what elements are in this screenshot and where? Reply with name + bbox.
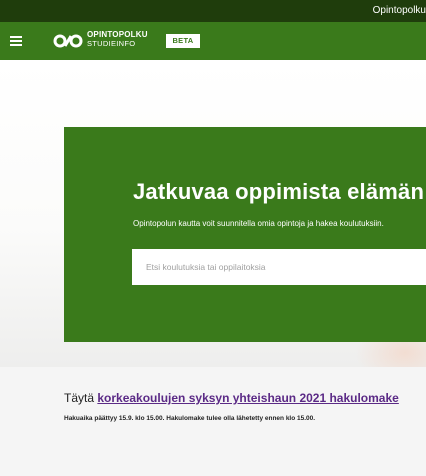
search-input[interactable]: [132, 249, 426, 285]
notice-title: Täytä korkeakoulujen syksyn yhteishaun 2…: [64, 391, 399, 405]
hero-card: Jatkuvaa oppimista elämän Opintopolun ka…: [64, 127, 426, 342]
notice-title-prefix: Täytä: [64, 391, 98, 405]
application-notice: Täytä korkeakoulujen syksyn yhteishaun 2…: [0, 367, 426, 476]
logo-line-1: OPINTOPOLKU: [87, 30, 148, 39]
site-header: OPINTOPOLKU STUDIEINFO BETA: [0, 22, 426, 60]
application-form-link[interactable]: korkeakoulujen syksyn yhteishaun 2021 ha…: [97, 391, 398, 405]
top-strip: Opintopolku: [0, 0, 426, 22]
hamburger-menu-icon[interactable]: [10, 36, 22, 46]
site-logo-text[interactable]: OPINTOPOLKU STUDIEINFO: [87, 30, 148, 48]
opintopolku-top-link[interactable]: Opintopolku: [373, 5, 426, 16]
hero-title: Jatkuvaa oppimista elämän: [133, 179, 425, 204]
notice-description: Hakuaika päättyy 15.9. klo 15.00. Hakulo…: [64, 415, 316, 422]
beta-badge: BETA: [166, 34, 200, 48]
logo-line-2: STUDIEINFO: [87, 39, 136, 48]
hero-subtitle: Opintopolun kautta voit suunnitella omia…: [133, 219, 384, 228]
opintopolku-logo-icon[interactable]: [52, 34, 84, 48]
